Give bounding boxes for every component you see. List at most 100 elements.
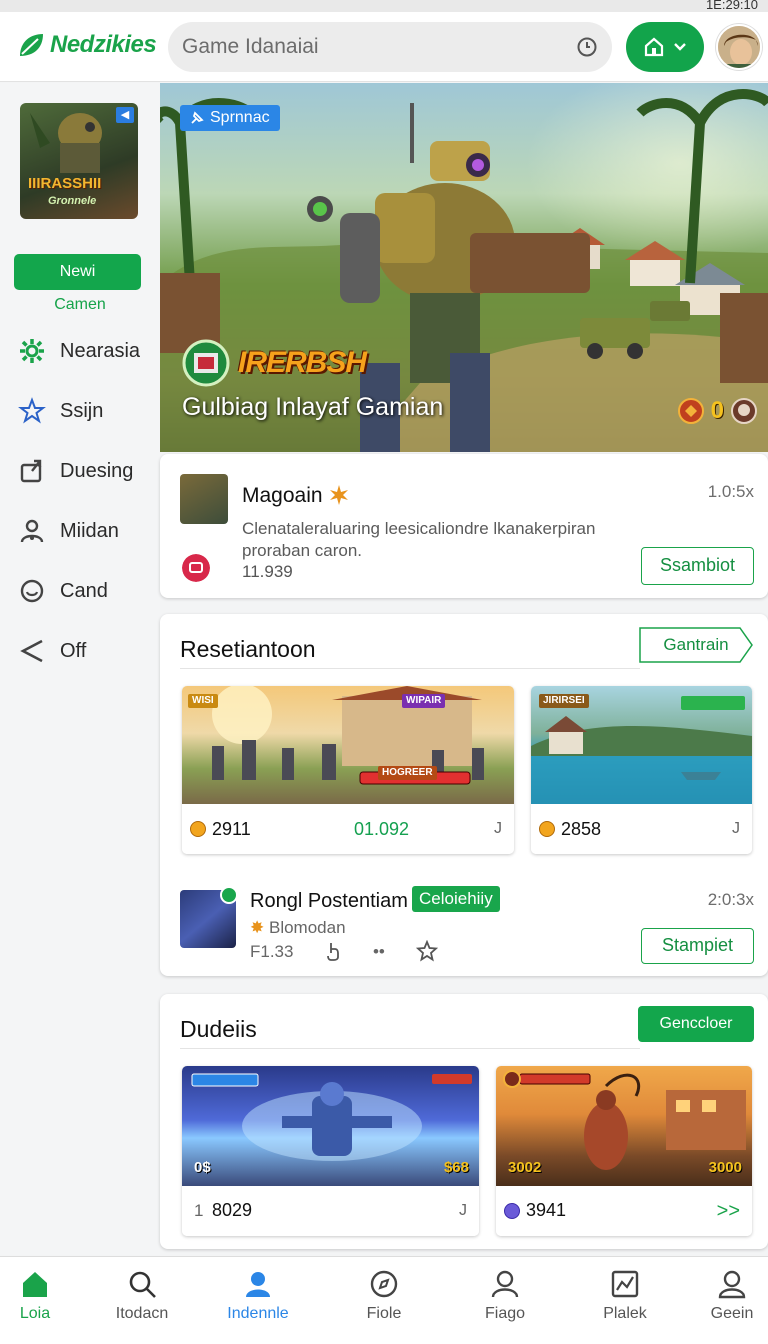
home-dropdown-button[interactable] bbox=[626, 22, 704, 72]
tile-banner: WISI bbox=[188, 694, 218, 708]
hero-tag: Sprnnac bbox=[180, 105, 280, 131]
hero-banner[interactable]: Sprnnac IRERBSH Gulbiag Inlayaf Gamian 0 bbox=[160, 83, 768, 452]
row-dots: •• bbox=[372, 942, 385, 961]
sidebar-camen-link[interactable]: Camen bbox=[0, 296, 160, 314]
tile-value: 8029 bbox=[212, 1200, 253, 1220]
featured-meta: 1.0:5x bbox=[707, 482, 754, 501]
tile-image-label-right: $68 bbox=[443, 1159, 469, 1176]
more-arrow-button[interactable]: Gantrain bbox=[638, 626, 754, 664]
nav-label: Indennle bbox=[227, 1305, 289, 1322]
row-rating-text: F1.33 bbox=[250, 942, 294, 961]
game-tile-3[interactable]: 0$ $68 1 8029 J bbox=[182, 1066, 479, 1236]
hero-game-logo: IRERBSH bbox=[182, 339, 367, 387]
nav-loia[interactable]: Loia bbox=[0, 1269, 85, 1323]
avatar-face-icon bbox=[718, 26, 760, 68]
share-icon bbox=[20, 639, 43, 663]
sidebar-item-duesing[interactable]: Duesing bbox=[18, 456, 133, 486]
section-dudeiis: Dudeiis Genccloer 0$ $68 1 8029 J 3002 3… bbox=[160, 994, 768, 1249]
hero-tag-label: Sprnnac bbox=[210, 109, 270, 126]
nav-plalek[interactable]: Plalek bbox=[575, 1269, 675, 1323]
row-rating-line: F1.33 •• bbox=[250, 939, 438, 962]
status-time: 1E:29:10 bbox=[705, 0, 758, 12]
clock-icon[interactable] bbox=[576, 36, 598, 58]
tile-banner: JIRIRSEI bbox=[539, 694, 589, 708]
robot-battle-art bbox=[191, 1073, 472, 1161]
row-submit-button[interactable]: Stampiet bbox=[641, 928, 754, 964]
user-avatar[interactable] bbox=[716, 24, 762, 70]
sidebar-item-cand[interactable]: Cand bbox=[18, 576, 108, 606]
hero-counter: 0 bbox=[677, 397, 758, 425]
tile-image-label-left: 3002 bbox=[508, 1159, 542, 1176]
sidebar-item-ssijn[interactable]: Ssijn bbox=[18, 396, 103, 426]
app-logo[interactable]: Nedzikies bbox=[16, 30, 157, 60]
home-icon bbox=[23, 1272, 47, 1297]
tile-end-mark: J bbox=[459, 1202, 467, 1219]
leaf-logo-icon bbox=[20, 34, 43, 56]
section-divider bbox=[180, 1048, 640, 1049]
tile-health-bar bbox=[681, 696, 745, 710]
top-header: Nedzikies bbox=[0, 12, 768, 82]
app-screen: 1E:29:10 Nedzikies Game Idanaiai ◀ IIIRA… bbox=[0, 0, 768, 1344]
chart-icon bbox=[611, 1270, 639, 1298]
pin-icon bbox=[191, 111, 204, 124]
sidebar-item-label: Off bbox=[60, 639, 87, 662]
skull-badge-icon bbox=[731, 398, 757, 424]
nav-geein[interactable]: Geein bbox=[682, 1269, 768, 1323]
coin-icon bbox=[539, 821, 555, 837]
nav-label: Plalek bbox=[603, 1305, 647, 1322]
sidebar-item-miidan[interactable]: Miidan bbox=[18, 516, 119, 546]
tile-footer: 2858 J bbox=[531, 804, 752, 854]
tile-image bbox=[182, 1066, 479, 1186]
sidebar-item-label: Miidan bbox=[60, 519, 119, 542]
tile-end-mark: J bbox=[732, 820, 740, 837]
hero-logo-text: IRERBSH bbox=[238, 346, 367, 379]
tile-image bbox=[182, 686, 514, 804]
featured-submit-button[interactable]: Ssambiot bbox=[641, 547, 754, 585]
gear-icon bbox=[20, 339, 44, 363]
bottom-navigation: Loia Itodacn Indennle Fiole Fiago Plalek… bbox=[0, 1256, 768, 1344]
game-tile-2[interactable]: JIRIRSEI 2858 J bbox=[531, 686, 752, 854]
star-icon bbox=[18, 397, 46, 424]
sidebar-thumb-subtitle: Gronnele bbox=[48, 195, 97, 207]
sidebar-item-nearasia[interactable]: Nearasia bbox=[18, 336, 140, 366]
nav-fiago[interactable]: Fiago bbox=[455, 1269, 555, 1323]
nav-fiole[interactable]: Fiole bbox=[334, 1269, 434, 1323]
row-subtitle-text: Blomodan bbox=[268, 918, 346, 937]
section-resetiantoon: Resetiantoon Gantrain WISI WIPAIR HOGREE… bbox=[160, 614, 768, 976]
tile-image-label-right: 3000 bbox=[708, 1159, 742, 1176]
search-input[interactable] bbox=[182, 22, 562, 72]
new-button[interactable]: Newi bbox=[14, 254, 141, 290]
favorite-star-icon[interactable] bbox=[415, 939, 438, 962]
tile-index: 1 bbox=[194, 1201, 204, 1220]
sidebar-game-thumbnail[interactable]: ◀ IIIRASSHII Gronnele bbox=[20, 103, 138, 219]
section3-action-button[interactable]: Genccloer bbox=[638, 1006, 754, 1042]
featured-description: Clenataleraluaring leesicaliondre lkanak… bbox=[242, 519, 596, 560]
tile-footer: 2911 01.092 J bbox=[182, 804, 514, 854]
nav-indennle[interactable]: Indennle bbox=[208, 1269, 308, 1323]
battle-scene-art bbox=[212, 686, 484, 785]
shield-badge-icon bbox=[677, 398, 704, 424]
section-title: Resetiantoon bbox=[180, 636, 316, 662]
hero-count-value: 0 bbox=[710, 397, 724, 424]
nav-label: Geein bbox=[710, 1305, 754, 1322]
tile-banner-3: HOGREER bbox=[378, 766, 437, 780]
search-bar[interactable] bbox=[168, 22, 612, 72]
nav-itodacn[interactable]: Itodacn bbox=[92, 1269, 192, 1323]
featured-game-card[interactable]: Magoain 1.0:5x Clenataleraluaring leesic… bbox=[160, 454, 768, 598]
pointer-icon[interactable] bbox=[324, 941, 342, 961]
row-status-pill: Celoiehiiy bbox=[412, 886, 500, 912]
featured-thumbnail bbox=[180, 474, 228, 524]
game-tile-1[interactable]: WISI WIPAIR HOGREER 2911 01.092 J bbox=[182, 686, 514, 854]
game-emblem-icon bbox=[182, 339, 230, 387]
sidebar-item-off[interactable]: Off bbox=[18, 636, 86, 666]
compass-icon bbox=[370, 1270, 398, 1298]
tile-value: 2858 bbox=[561, 819, 602, 839]
chat-bubble-icon[interactable] bbox=[182, 554, 210, 582]
row-subtitle: ✸ Blomodan bbox=[250, 918, 346, 938]
nav-label: Fiole bbox=[366, 1305, 402, 1322]
game-tile-4[interactable]: 3002 3000 3941 >> bbox=[496, 1066, 752, 1236]
person-icon bbox=[246, 1272, 270, 1297]
row-meta: 2:0:3x bbox=[707, 890, 754, 909]
sidebar-item-label: Ssijn bbox=[60, 399, 104, 422]
tile-next-icon[interactable]: >> bbox=[717, 1200, 740, 1223]
